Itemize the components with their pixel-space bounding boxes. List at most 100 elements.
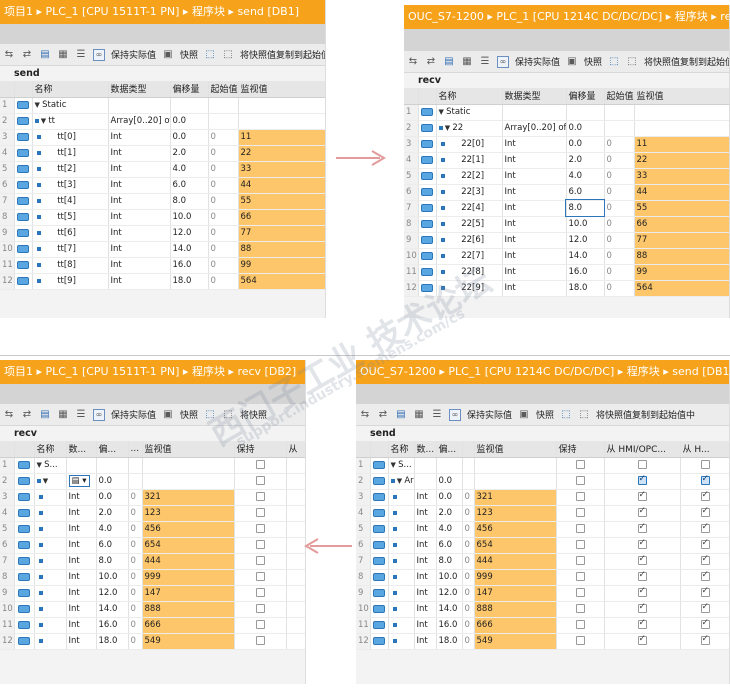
table-row[interactable]: 3 tt[0] Int 0.0 0 11 — [0, 129, 325, 146]
datatype-cell[interactable] — [502, 104, 567, 121]
start-value-cell[interactable]: 0 — [208, 257, 239, 274]
table-row[interactable]: 3 Int 0.0 0 321 — [356, 489, 729, 506]
name-cell[interactable] — [34, 633, 67, 650]
retain-cell[interactable] — [234, 633, 287, 650]
hmi-write-cell[interactable] — [680, 457, 729, 474]
table-row[interactable]: 4 Int 2.0 0 123 — [356, 505, 729, 522]
datatype-cell[interactable] — [414, 457, 437, 474]
collapse-triangle-icon[interactable]: ▼ — [39, 117, 49, 125]
insert-row-icon[interactable]: ⇆ — [3, 49, 15, 61]
copy-snapshot-button[interactable]: 将快照值复制到起始值中 — [240, 48, 325, 61]
datatype-cell[interactable]: Int — [66, 505, 97, 522]
datatype-cell[interactable]: Int — [66, 521, 97, 538]
datatype-cell[interactable]: Int — [108, 257, 171, 274]
datatype-cell[interactable]: Int — [414, 585, 437, 602]
name-cell[interactable] — [34, 521, 67, 538]
retain-cell[interactable] — [234, 585, 287, 602]
table-row[interactable]: 4 22[1] Int 2.0 0 22 — [404, 152, 729, 169]
collapse-triangle-icon[interactable]: ▼ — [41, 477, 48, 485]
datatype-cell[interactable]: Int — [414, 569, 437, 586]
copy-snapshot-icon[interactable]: ⬚ — [204, 49, 216, 61]
start-value-cell[interactable]: 0 — [208, 145, 239, 162]
datatype-cell[interactable]: Int — [502, 184, 567, 201]
table-row[interactable]: 6 Int 6.0 0 654 — [0, 537, 305, 554]
datatype-cell[interactable]: Array[0..20] of... — [108, 113, 171, 130]
hmi-write-cell[interactable] — [680, 521, 729, 538]
start-value-cell[interactable]: 0 — [604, 232, 635, 249]
collapse-icon[interactable]: ▦ — [57, 49, 69, 61]
name-cell[interactable]: ▼ Arr... — [388, 473, 415, 490]
retain-checkbox[interactable] — [575, 460, 585, 469]
name-cell[interactable]: 22[6] — [436, 232, 503, 249]
name-cell[interactable] — [388, 553, 415, 570]
table-row[interactable]: 7 tt[4] Int 8.0 0 55 — [0, 193, 325, 210]
list-icon[interactable]: ☰ — [75, 409, 87, 421]
hmi-opc-cell[interactable] — [604, 617, 681, 634]
snapshot-button[interactable]: 快照 — [584, 55, 602, 68]
collapse-icon[interactable]: ▦ — [461, 56, 473, 68]
monitor-all-icon[interactable]: ∞ — [93, 408, 105, 421]
start-value-cell[interactable] — [604, 120, 635, 137]
retain-cell[interactable] — [556, 633, 605, 650]
collapse-triangle-icon[interactable]: ▼ — [395, 477, 405, 485]
retain-checkbox[interactable] — [255, 524, 265, 533]
retain-checkbox[interactable] — [255, 476, 265, 485]
hmi-accessible-checkbox[interactable] — [637, 586, 647, 597]
table-row[interactable]: 3 22[0] Int 0.0 0 11 — [404, 136, 729, 153]
name-cell[interactable] — [34, 617, 67, 634]
table-row[interactable]: 5 tt[2] Int 4.0 0 33 — [0, 161, 325, 178]
table-row[interactable]: 1 ▼ Static — [404, 104, 729, 121]
keep-actual-button[interactable]: 保持实际值 — [515, 55, 560, 68]
start-value-cell[interactable]: 0 — [462, 585, 475, 602]
insert-row-icon[interactable]: ⇆ — [407, 56, 419, 68]
hmi-write-cell[interactable] — [680, 585, 729, 602]
add-row-icon[interactable]: ⇄ — [21, 49, 33, 61]
hmi-opc-cell[interactable] — [604, 569, 681, 586]
name-cell[interactable]: 22[2] — [436, 168, 503, 185]
retain-checkbox[interactable] — [575, 636, 585, 645]
snapshot-button[interactable]: 快照 — [180, 408, 198, 421]
name-cell[interactable]: tt[4] — [32, 193, 109, 210]
datatype-cell[interactable]: Int — [414, 521, 437, 538]
start-value-cell[interactable]: 0 — [128, 569, 143, 586]
retain-cell[interactable] — [556, 585, 605, 602]
hmi-write-cell[interactable] — [680, 537, 729, 554]
retain-checkbox[interactable] — [255, 604, 265, 613]
retain-cell[interactable] — [234, 505, 287, 522]
name-cell[interactable]: 22[7] — [436, 248, 503, 265]
hmi-accessible-checkbox[interactable] — [637, 570, 647, 581]
name-cell[interactable] — [34, 585, 67, 602]
start-value-cell[interactable]: 0 — [208, 273, 239, 290]
hmi-writable-checkbox[interactable] — [700, 586, 710, 597]
datatype-cell[interactable]: Int — [108, 145, 171, 162]
retain-checkbox[interactable] — [255, 460, 265, 469]
add-row-icon[interactable]: ⇄ — [377, 409, 389, 421]
hmi-accessible-checkbox[interactable] — [637, 474, 647, 485]
collapse-triangle-icon[interactable]: ▼ — [391, 461, 399, 469]
collapse-triangle-icon[interactable]: ▼ — [35, 101, 43, 109]
hmi-writable-checkbox[interactable] — [700, 570, 710, 581]
snapshot-button[interactable]: 快照 — [180, 48, 198, 61]
retain-checkbox[interactable] — [575, 588, 585, 597]
hmi-writable-checkbox[interactable] — [700, 634, 710, 645]
copy-snapshot-button[interactable]: 将快照值复制到起始值中 — [644, 55, 729, 68]
datatype-cell[interactable] — [414, 473, 437, 490]
retain-checkbox[interactable] — [255, 556, 265, 565]
datatype-cell[interactable] — [108, 97, 171, 114]
retain-cell[interactable] — [556, 537, 605, 554]
array-type-dropdown[interactable]: ▤ ▾ — [68, 475, 90, 487]
name-cell[interactable] — [388, 633, 415, 650]
hmi-write-cell[interactable] — [680, 601, 729, 618]
start-value-cell[interactable]: 0 — [462, 521, 475, 538]
hmi-opc-cell[interactable] — [604, 489, 681, 506]
start-value-cell[interactable] — [208, 97, 239, 114]
monitor-all-icon[interactable]: ∞ — [93, 48, 105, 61]
load-start-icon[interactable]: ⬚ — [626, 56, 638, 68]
monitor-all-icon[interactable]: ∞ — [497, 55, 509, 68]
retain-cell[interactable] — [556, 505, 605, 522]
hmi-accessible-checkbox[interactable] — [637, 460, 647, 469]
start-value-cell[interactable] — [128, 473, 143, 490]
datatype-cell[interactable]: ▤ ▾ — [66, 473, 97, 490]
table-row[interactable]: 12 tt[9] Int 18.0 0 564 — [0, 273, 325, 290]
name-cell[interactable] — [34, 553, 67, 570]
